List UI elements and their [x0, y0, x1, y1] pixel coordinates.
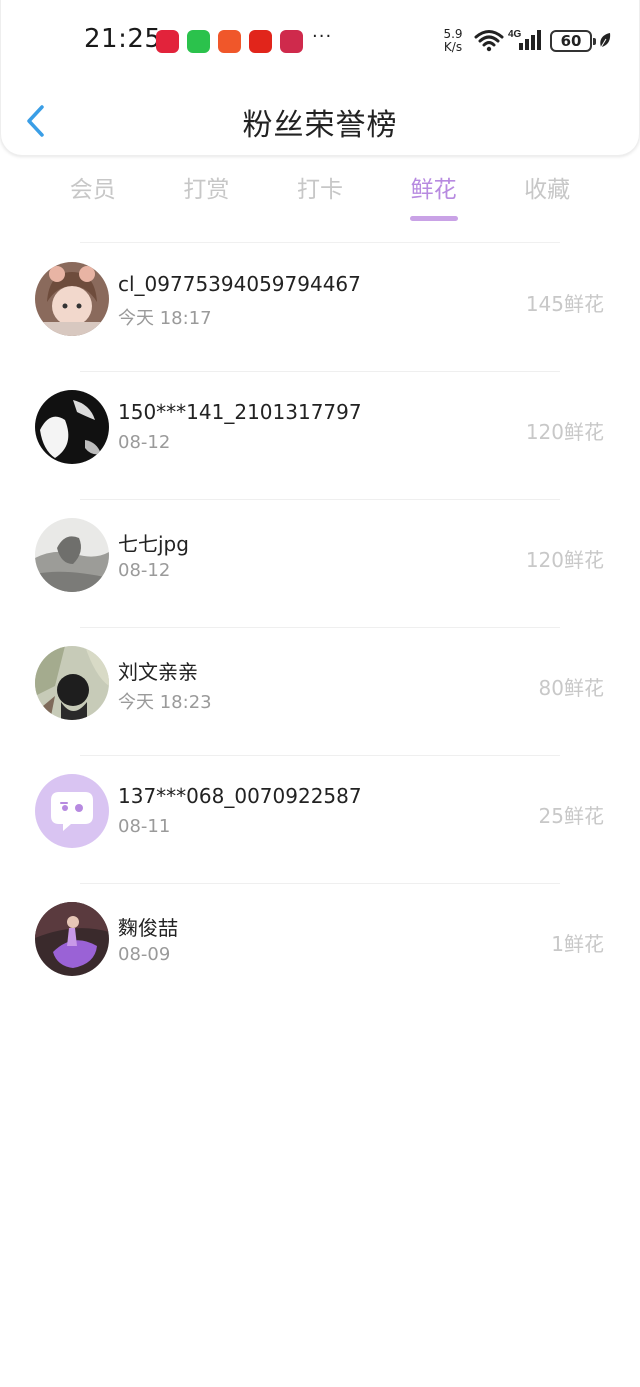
flower-count: 80鲜花	[538, 676, 604, 700]
tab-checkin[interactable]: 打卡	[263, 172, 377, 224]
wechat-icon	[187, 30, 210, 53]
fan-list: cl_09775394059794467 今天 18:17 145鲜花 150*…	[0, 244, 640, 1012]
fan-date: 08-09	[118, 944, 171, 965]
taobao-icon	[218, 30, 241, 53]
status-bar: 21:25 ··· 5.9 K/s 4G 60	[0, 0, 640, 84]
cellular-signal-icon: 4G	[508, 29, 541, 50]
tmall-icon	[156, 30, 179, 53]
avatar[interactable]	[35, 262, 109, 336]
fan-name: 麴俊喆	[118, 916, 178, 940]
fan-date: 08-12	[118, 432, 171, 453]
huawei-store-icon	[280, 30, 303, 53]
list-item[interactable]: 150***141_2101317797 08-12 120鲜花	[0, 372, 640, 500]
avatar[interactable]	[35, 390, 109, 464]
battery-indicator: 60	[550, 30, 596, 52]
jd-icon	[249, 30, 272, 53]
flower-count: 1鲜花	[551, 932, 604, 956]
flower-count: 25鲜花	[538, 804, 604, 828]
list-item[interactable]: 137***068_0070922587 08-11 25鲜花	[0, 756, 640, 884]
fan-name: 137***068_0070922587	[118, 784, 362, 808]
list-item[interactable]: 麴俊喆 08-09 1鲜花	[0, 884, 640, 1012]
page-title: 粉丝荣誉榜	[242, 108, 398, 143]
status-time: 21:25	[84, 24, 162, 54]
tab-rewards[interactable]: 打赏	[150, 172, 264, 224]
fan-name: 刘文亲亲	[118, 660, 198, 684]
tab-bar: 会员 打赏 打卡 鲜花 收藏	[36, 172, 604, 224]
fan-name: 150***141_2101317797	[118, 400, 362, 424]
tab-flowers[interactable]: 鲜花	[377, 172, 491, 224]
wifi-icon	[474, 30, 504, 52]
flower-count: 120鲜花	[525, 548, 604, 572]
fan-date: 08-11	[118, 816, 171, 837]
fan-date: 今天 18:17	[118, 308, 212, 329]
avatar[interactable]	[35, 902, 109, 976]
power-saving-leaf-icon	[599, 33, 611, 50]
divider	[80, 242, 560, 243]
avatar[interactable]	[35, 518, 109, 592]
net-speed-unit: K/s	[443, 40, 463, 54]
list-item[interactable]: 七七jpg 08-12 120鲜花	[0, 500, 640, 628]
flower-count: 120鲜花	[525, 420, 604, 444]
avatar[interactable]	[35, 774, 109, 848]
fan-date: 08-12	[118, 560, 171, 581]
network-type-label: 4G	[508, 29, 522, 40]
fan-name: 七七jpg	[118, 532, 189, 556]
fan-name: cl_09775394059794467	[118, 272, 361, 296]
tab-membership[interactable]: 会员	[36, 172, 150, 224]
more-notifications-icon: ···	[312, 26, 333, 47]
list-item[interactable]: cl_09775394059794467 今天 18:17 145鲜花	[0, 244, 640, 372]
list-item[interactable]: 刘文亲亲 今天 18:23 80鲜花	[0, 628, 640, 756]
avatar[interactable]	[35, 646, 109, 720]
fan-date: 今天 18:23	[118, 692, 212, 713]
flower-count: 145鲜花	[525, 292, 604, 316]
net-speed: 5.9 K/s	[440, 28, 466, 54]
notification-icons	[156, 30, 303, 53]
tab-favorites[interactable]: 收藏	[490, 172, 604, 224]
